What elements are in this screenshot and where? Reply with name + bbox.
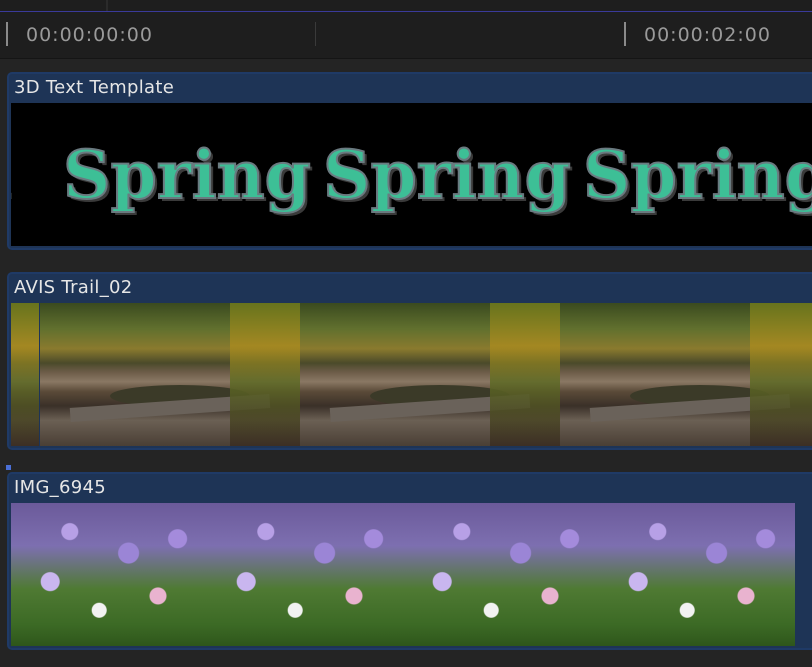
clip-3d-text-template[interactable]: 3D Text Template S Spring Spring Spring … (7, 72, 812, 250)
clip-img-6945[interactable]: IMG_6945 (7, 472, 812, 650)
video-thumbnail (300, 303, 560, 446)
clip-filmstrip (11, 503, 812, 646)
image-thumbnail (207, 503, 403, 646)
clip-filmstrip: S Spring Spring Spring Spring Spring Spr… (11, 103, 812, 246)
ruler-tick (624, 22, 626, 46)
ruler-tick-minor (315, 22, 316, 46)
title-frame: Spring Spring (583, 103, 812, 246)
timecode-2s: 00:00:02:00 (644, 24, 771, 46)
image-thumbnail (403, 503, 599, 646)
timeline-ruler[interactable]: 00:00:00:00 00:00:02:00 (0, 12, 812, 59)
video-thumbnail (40, 303, 300, 446)
title-text: Spring (63, 136, 311, 214)
video-thumbnail (560, 303, 812, 446)
video-thumbnail (11, 303, 39, 446)
title-frame: Spring Spring (323, 103, 583, 246)
clip-avis-trail-02[interactable]: AVIS Trail_02 (7, 272, 812, 450)
clip-label: IMG_6945 (14, 477, 106, 498)
title-frame-text: Spring (11, 132, 13, 215)
playhead-marker (6, 465, 11, 470)
image-thumbnail (11, 503, 207, 646)
timeline-area[interactable]: 3D Text Template S Spring Spring Spring … (0, 59, 812, 667)
timecode-start: 00:00:00:00 (26, 24, 153, 46)
clip-filmstrip (11, 303, 812, 446)
panel-divider (106, 0, 108, 11)
ruler-tick (6, 22, 8, 46)
timeline-top-border (0, 0, 812, 12)
title-text: Spring (583, 136, 812, 214)
clip-label: 3D Text Template (14, 77, 175, 98)
image-thumbnail (599, 503, 795, 646)
title-text: Spring (323, 136, 571, 214)
title-frame: S Spring (11, 103, 13, 246)
clip-label: AVIS Trail_02 (14, 277, 133, 298)
title-frame: Spring Spring (63, 103, 323, 246)
